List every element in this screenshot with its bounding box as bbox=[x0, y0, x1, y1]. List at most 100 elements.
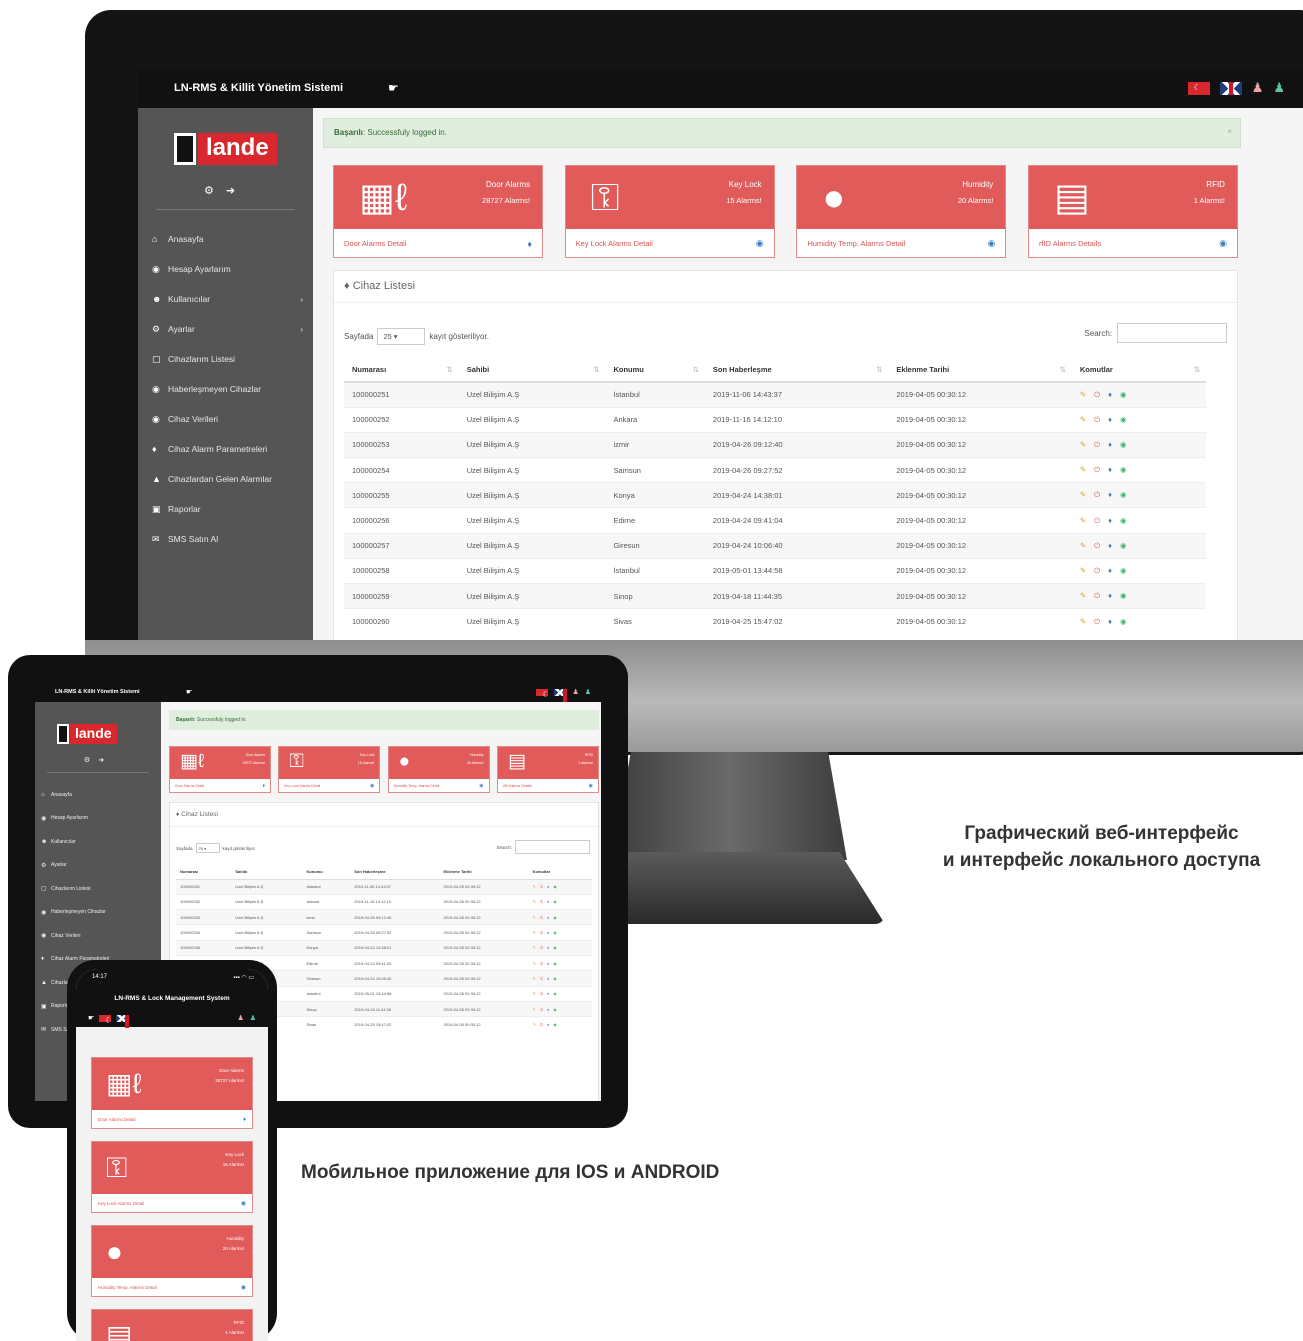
power-icon[interactable]: ⏻ bbox=[1094, 516, 1100, 526]
check-circle-icon[interactable]: ◉ bbox=[553, 915, 557, 920]
card-detail-link[interactable]: Door Alarms Detail ♦ bbox=[170, 779, 270, 793]
sidebar-item[interactable]: ◉ Hesap Ayarlarım bbox=[35, 807, 161, 831]
check-circle-icon[interactable]: ◉ bbox=[553, 1022, 557, 1027]
power-icon[interactable]: ⏻ bbox=[1094, 541, 1100, 551]
card-detail-link[interactable]: Humidity Temp. Alarms Detail ◉ bbox=[797, 229, 1005, 258]
card-detail-link[interactable]: rfID Alarms Details ◉ bbox=[498, 779, 598, 793]
user-settings-icon[interactable]: ♟ bbox=[1273, 80, 1285, 96]
sort-icon[interactable]: ⇅ bbox=[593, 365, 599, 374]
power-icon[interactable]: ⏻ bbox=[540, 915, 543, 920]
bell-icon[interactable]: ♦ bbox=[1108, 541, 1112, 551]
bell-icon[interactable]: ♦ bbox=[547, 884, 549, 889]
sort-icon[interactable]: ⇅ bbox=[446, 365, 452, 374]
column-header[interactable]: Numarası ⇅ bbox=[344, 357, 459, 383]
user-profile-icon[interactable]: ♟ bbox=[1252, 80, 1264, 96]
card-detail-link[interactable]: Humidity Temp. Alarms Detail ◉ bbox=[389, 779, 489, 793]
sidebar-item[interactable]: ◉ Cihaz Verileri bbox=[35, 924, 161, 948]
bell-icon[interactable]: ♦ bbox=[1108, 415, 1112, 425]
column-header[interactable]: Son Haberleşme ⇅ bbox=[704, 357, 889, 383]
check-circle-icon[interactable]: ◉ bbox=[553, 961, 557, 966]
sidebar-item[interactable]: ▢ Cihazlarım Listesi bbox=[35, 877, 161, 901]
sidebar-item-anasayfa[interactable]: ⌂ Anasayfa bbox=[138, 224, 313, 254]
bell-icon[interactable]: ♦ bbox=[547, 1022, 549, 1027]
power-icon[interactable]: ⏻ bbox=[1094, 465, 1100, 475]
card-detail-link[interactable]: Key Lock Alarms Detail ◉ bbox=[92, 1194, 252, 1213]
power-icon[interactable]: ⏻ bbox=[540, 976, 543, 981]
search-input[interactable] bbox=[515, 840, 590, 854]
edit-icon[interactable]: ✎ bbox=[533, 961, 536, 966]
check-circle-icon[interactable]: ◉ bbox=[1120, 490, 1127, 500]
bell-icon[interactable]: ♦ bbox=[547, 930, 549, 935]
sort-icon[interactable]: ⇅ bbox=[1194, 365, 1200, 374]
sidebar-item-cihazlarim-listesi[interactable]: ▢ Cihazlarım Listesi bbox=[138, 344, 313, 374]
power-icon[interactable]: ⏻ bbox=[540, 1022, 543, 1027]
check-circle-icon[interactable]: ◉ bbox=[1120, 390, 1127, 400]
card-detail-link[interactable]: Key Lock Alarms Detail ◉ bbox=[566, 229, 774, 258]
turkish-flag-icon[interactable] bbox=[99, 1014, 112, 1025]
column-header[interactable]: Son Haberleşme bbox=[350, 865, 440, 880]
edit-icon[interactable]: ✎ bbox=[533, 899, 536, 904]
edit-icon[interactable]: ✎ bbox=[1080, 566, 1086, 576]
power-icon[interactable]: ⏻ bbox=[1094, 440, 1100, 450]
bell-icon[interactable]: ♦ bbox=[547, 1007, 549, 1012]
power-icon[interactable]: ⏻ bbox=[1094, 591, 1100, 601]
sidebar-item-cihaz-alarm-parametreleri[interactable]: ♦ Cihaz Alarm Parametreleri bbox=[138, 434, 313, 464]
sidebar-item-haberlesmeyen-cihazlar[interactable]: ◉ Haberleşmeyen Cihazlar bbox=[138, 374, 313, 404]
card-detail-link[interactable]: Door Alarms Detail ♦ bbox=[334, 229, 542, 258]
column-header[interactable]: Sahibi ⇅ bbox=[458, 357, 606, 383]
edit-icon[interactable]: ✎ bbox=[533, 930, 536, 935]
user-profile-icon[interactable]: ♟ bbox=[572, 688, 578, 696]
sidebar-item-kullanicilar[interactable]: ☻ Kullanıcılar › bbox=[138, 284, 313, 314]
sidebar-item[interactable]: ☻ Kullanıcılar bbox=[35, 830, 161, 854]
card-detail-link[interactable]: rfID Alarms Details ◉ bbox=[1029, 229, 1237, 258]
card-detail-link[interactable]: Humidity Temp. Alarms Detail ◉ bbox=[92, 1278, 252, 1297]
bell-icon[interactable]: ♦ bbox=[1108, 591, 1112, 601]
power-icon[interactable]: ⏻ bbox=[1094, 617, 1100, 627]
power-icon[interactable]: ⏻ bbox=[540, 945, 543, 950]
bell-icon[interactable]: ♦ bbox=[547, 899, 549, 904]
column-header[interactable]: Sahibi bbox=[231, 865, 303, 880]
sidebar-item-raporlar[interactable]: ▣ Raporlar bbox=[138, 494, 313, 524]
check-circle-icon[interactable]: ◉ bbox=[553, 884, 557, 889]
edit-icon[interactable]: ✎ bbox=[1080, 490, 1086, 500]
power-icon[interactable]: ⏻ bbox=[540, 884, 543, 889]
check-circle-icon[interactable]: ◉ bbox=[553, 1007, 557, 1012]
bell-icon[interactable]: ♦ bbox=[547, 945, 549, 950]
edit-icon[interactable]: ✎ bbox=[533, 915, 536, 920]
bell-icon[interactable]: ♦ bbox=[547, 961, 549, 966]
sidebar-item-cihazlardan-gelen-alarmlar[interactable]: ▲ Cihazlardan Gelen Alarmlar bbox=[138, 464, 313, 494]
column-header[interactable]: Numarası bbox=[176, 865, 232, 880]
english-flag-icon[interactable] bbox=[1219, 81, 1242, 95]
check-circle-icon[interactable]: ◉ bbox=[1120, 541, 1127, 551]
bell-icon[interactable]: ♦ bbox=[1108, 440, 1112, 450]
column-header[interactable]: Konumu bbox=[302, 865, 351, 880]
power-icon[interactable]: ⏻ bbox=[540, 991, 543, 996]
bell-icon[interactable]: ♦ bbox=[1108, 566, 1112, 576]
edit-icon[interactable]: ✎ bbox=[533, 991, 536, 996]
sidebar-item[interactable]: ⚙ Ayarlar bbox=[35, 854, 161, 878]
card-detail-link[interactable]: Door Alarms Detail ♦ bbox=[92, 1110, 252, 1129]
check-circle-icon[interactable]: ◉ bbox=[1120, 591, 1127, 601]
card-detail-link[interactable]: Key Lock Alarms Detail ◉ bbox=[279, 779, 379, 793]
sidebar-item-cihaz-verileri[interactable]: ◉ Cihaz Verileri bbox=[138, 404, 313, 434]
search-input[interactable] bbox=[1117, 323, 1227, 343]
edit-icon[interactable]: ✎ bbox=[1080, 440, 1086, 450]
edit-icon[interactable]: ✎ bbox=[533, 976, 536, 981]
close-icon[interactable]: × bbox=[1227, 127, 1232, 136]
check-circle-icon[interactable]: ◉ bbox=[1120, 465, 1127, 475]
edit-icon[interactable]: ✎ bbox=[1080, 591, 1086, 601]
sidebar-item-sms-satin-al[interactable]: ✉ SMS Satın Al bbox=[138, 524, 313, 554]
check-circle-icon[interactable]: ◉ bbox=[553, 945, 557, 950]
user-settings-icon[interactable]: ♟ bbox=[250, 1014, 256, 1022]
column-header[interactable]: Eklenme Tarihi ⇅ bbox=[888, 357, 1072, 383]
power-icon[interactable]: ⏻ bbox=[1094, 566, 1100, 576]
column-header[interactable]: Konumu ⇅ bbox=[605, 357, 705, 383]
check-circle-icon[interactable]: ◉ bbox=[1120, 415, 1127, 425]
power-icon[interactable]: ⏻ bbox=[1094, 415, 1100, 425]
power-icon[interactable]: ⏻ bbox=[540, 930, 543, 935]
settings-icon[interactable]: ⚙ bbox=[204, 185, 226, 197]
bell-icon[interactable]: ♦ bbox=[1108, 390, 1112, 400]
edit-icon[interactable]: ✎ bbox=[533, 1022, 536, 1027]
user-profile-icon[interactable]: ♟ bbox=[237, 1014, 243, 1022]
sidebar-item[interactable]: ⌂ Anasayfa bbox=[35, 783, 161, 807]
